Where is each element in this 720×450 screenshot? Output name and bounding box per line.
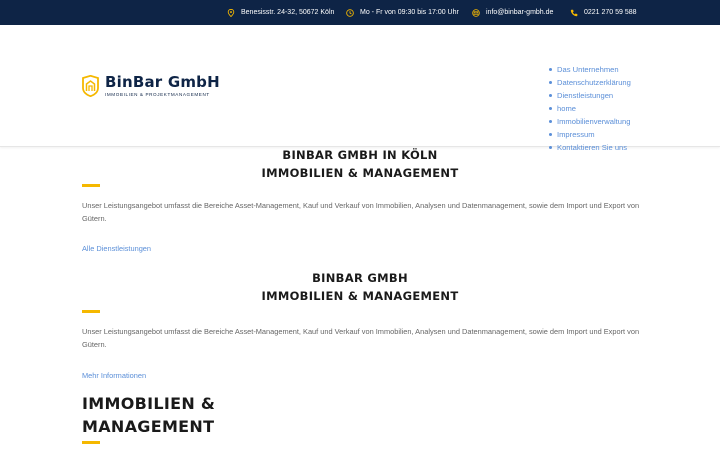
all-services-link[interactable]: Alle Dienstleistungen <box>82 244 151 253</box>
section-2-text: Unser Leistungsangebot umfasst die Berei… <box>82 327 640 349</box>
section-3-title: IMMOBILIEN & MANAGEMENT <box>82 392 215 438</box>
site-header: BinBar GmbH IMMOBILIEN & PROJEKTMANAGEME… <box>0 25 720 152</box>
section-3-title-line-1: IMMOBILIEN & <box>82 394 216 413</box>
logo-name: BinBar GmbH <box>105 73 220 91</box>
logo-shield-icon <box>82 75 99 97</box>
clock-icon <box>346 8 354 17</box>
logo-subtitle: IMMOBILIEN & PROJEKTMANAGEMENT <box>105 92 210 97</box>
section-2-accent-bar <box>82 310 100 313</box>
nav-item-home[interactable]: home <box>549 102 631 115</box>
address-text: Benesisstr. 24-32, 50672 Köln <box>241 9 335 16</box>
main-navigation: Das Unternehmen Datenschutzerklärung Die… <box>549 63 631 154</box>
hours-item: Mo - Fr von 09:30 bis 17:00 Uhr <box>346 0 459 25</box>
phone-icon <box>570 9 578 16</box>
nav-item-immobilienverwaltung[interactable]: Immobilienverwaltung <box>549 115 631 128</box>
email-item[interactable]: info@binbar-gmbh.de <box>472 0 553 25</box>
section-2-title: BINBAR GMBH IMMOBILIEN & MANAGEMENT <box>82 269 638 305</box>
map-pin-icon <box>227 8 235 17</box>
phone-link[interactable]: 0221 270 59 588 <box>584 9 637 16</box>
nav-item-das-unternehmen[interactable]: Das Unternehmen <box>549 63 631 76</box>
section-1-accent-bar <box>82 184 100 187</box>
section-3-title-line-2: MANAGEMENT <box>82 417 215 436</box>
section-1-title-line-1: BINBAR GMBH IN KÖLN <box>282 148 438 162</box>
section-3-accent-bar <box>82 441 100 444</box>
site-logo[interactable]: BinBar GmbH IMMOBILIEN & PROJEKTMANAGEME… <box>82 74 220 100</box>
nav-item-impressum[interactable]: Impressum <box>549 128 631 141</box>
top-info-bar: Benesisstr. 24-32, 50672 Köln Mo - Fr vo… <box>0 0 720 25</box>
phone-item[interactable]: 0221 270 59 588 <box>570 0 637 25</box>
section-2-title-line-2: IMMOBILIEN & MANAGEMENT <box>261 289 459 303</box>
more-info-link[interactable]: Mehr Informationen <box>82 371 146 380</box>
section-1-title-line-2: IMMOBILIEN & MANAGEMENT <box>261 166 459 180</box>
email-link[interactable]: info@binbar-gmbh.de <box>486 9 553 16</box>
section-1-title: BINBAR GMBH IN KÖLN IMMOBILIEN & MANAGEM… <box>82 146 638 182</box>
section-1-text: Unser Leistungsangebot umfasst die Berei… <box>82 201 640 223</box>
hours-text: Mo - Fr von 09:30 bis 17:00 Uhr <box>360 9 459 16</box>
mail-icon <box>472 8 480 17</box>
address-item: Benesisstr. 24-32, 50672 Köln <box>227 0 334 25</box>
nav-item-dienstleistungen[interactable]: Dienstleistungen <box>549 89 631 102</box>
section-2-title-line-1: BINBAR GMBH <box>312 271 408 285</box>
nav-item-datenschutzerklaerung[interactable]: Datenschutzerklärung <box>549 76 631 89</box>
